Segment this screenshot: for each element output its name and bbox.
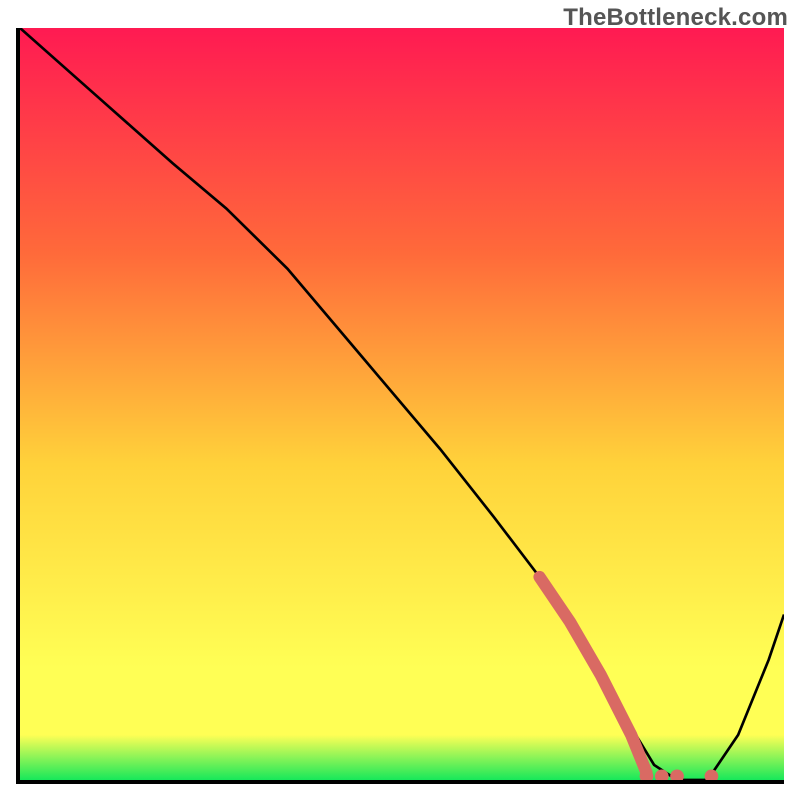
highlight-dot: [670, 769, 684, 780]
plot-inner: [20, 28, 784, 780]
x-axis: [16, 780, 784, 784]
highlight-dot: [705, 769, 719, 780]
plot-area: [16, 28, 784, 784]
highlight-dot: [655, 769, 669, 780]
highlight-segment: [540, 577, 647, 773]
watermark-text: TheBottleneck.com: [563, 4, 788, 32]
highlight-layer: [20, 28, 784, 780]
